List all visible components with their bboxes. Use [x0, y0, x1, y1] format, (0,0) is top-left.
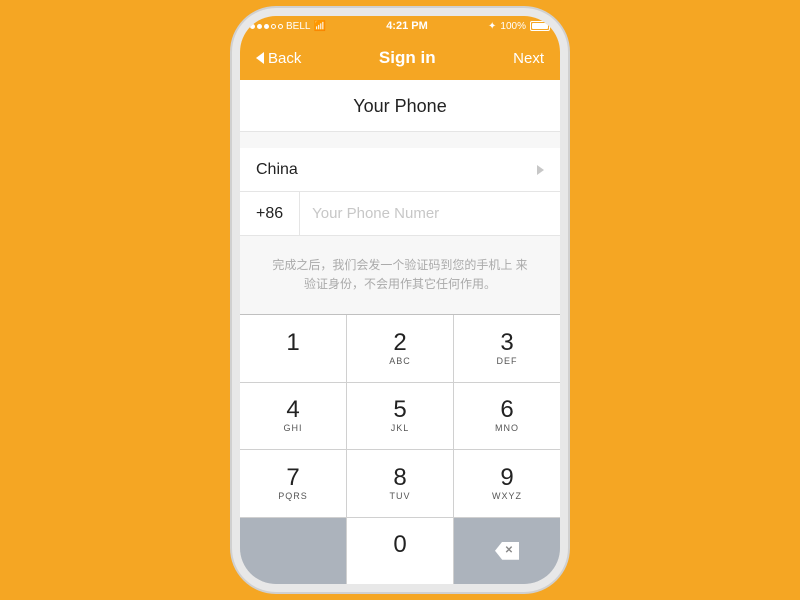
key-3[interactable]: 3 DEF — [454, 315, 560, 381]
key-5-number: 5 — [393, 398, 406, 422]
dot5 — [278, 24, 283, 29]
chevron-right-icon — [537, 165, 544, 175]
bluetooth-icon: ✦ — [488, 21, 496, 32]
key-4-letters: GHI — [283, 423, 302, 433]
key-9-letters: WXYZ — [492, 491, 522, 501]
status-time: 4:21 PM — [386, 20, 428, 32]
key-9-number: 9 — [500, 466, 513, 490]
phone-number-placeholder[interactable]: Your Phone Numer — [300, 205, 560, 222]
status-left: BELL 📶 — [250, 21, 326, 32]
key-3-number: 3 — [500, 331, 513, 355]
key-7-letters: PQRS — [278, 491, 308, 501]
key-1-number: 1 — [286, 331, 299, 355]
key-4-number: 4 — [286, 398, 299, 422]
phone-title-section: Your Phone — [240, 80, 560, 132]
country-code: +86 — [240, 192, 300, 235]
key-8[interactable]: 8 TUV — [347, 450, 453, 516]
battery-icon — [530, 21, 550, 31]
signal-dots — [250, 24, 283, 29]
key-7-number: 7 — [286, 466, 299, 490]
keypad: 1 2 ABC 3 DEF 4 GHI 5 JKL 6 MNO — [240, 314, 560, 584]
country-name: China — [256, 161, 298, 179]
key-6[interactable]: 6 MNO — [454, 383, 560, 449]
key-6-letters: MNO — [495, 423, 519, 433]
key-5-letters: JKL — [391, 423, 410, 433]
delete-button[interactable]: ✕ — [454, 518, 560, 584]
key-2-number: 2 — [393, 331, 406, 355]
description-section: 完成之后，我们会发一个验证码到您的手机上 来验证身份，不会用作其它任何作用。 — [240, 236, 560, 314]
description-text: 完成之后，我们会发一个验证码到您的手机上 来验证身份，不会用作其它任何作用。 — [270, 256, 530, 294]
status-bar: BELL 📶 4:21 PM ✦ 100% — [240, 16, 560, 36]
nav-title: Sign in — [379, 48, 436, 68]
battery-fill — [532, 23, 548, 29]
key-1[interactable]: 1 — [240, 315, 346, 381]
key-5[interactable]: 5 JKL — [347, 383, 453, 449]
wifi-icon: 📶 — [313, 21, 325, 32]
key-7[interactable]: 7 PQRS — [240, 450, 346, 516]
key-2[interactable]: 2 ABC — [347, 315, 453, 381]
phone-input-row: +86 Your Phone Numer — [240, 192, 560, 236]
nav-bar: Back Sign in Next — [240, 36, 560, 80]
battery-percent: 100% — [500, 21, 526, 32]
back-button[interactable]: Back — [256, 50, 301, 67]
chevron-left-icon — [256, 52, 264, 64]
next-button[interactable]: Next — [513, 50, 544, 67]
key-2-letters: ABC — [389, 356, 411, 366]
key-empty — [240, 518, 346, 584]
dot1 — [250, 24, 255, 29]
key-4[interactable]: 4 GHI — [240, 383, 346, 449]
key-6-number: 6 — [500, 398, 513, 422]
status-right: ✦ 100% — [488, 21, 550, 32]
country-selector[interactable]: China — [240, 148, 560, 192]
delete-icon: ✕ — [495, 542, 519, 560]
key-8-number: 8 — [393, 466, 406, 490]
carrier-label: BELL — [286, 21, 310, 32]
back-label: Back — [268, 50, 301, 67]
key-0-number: 0 — [393, 533, 406, 557]
delete-x-icon: ✕ — [505, 545, 513, 556]
dot4 — [271, 24, 276, 29]
key-3-letters: DEF — [497, 356, 518, 366]
dot3 — [264, 24, 269, 29]
page-title: Your Phone — [353, 96, 446, 116]
content-area: Your Phone China +86 Your Phone Numer 完成… — [240, 80, 560, 584]
key-9[interactable]: 9 WXYZ — [454, 450, 560, 516]
key-0[interactable]: 0 — [347, 518, 453, 584]
phone-frame: BELL 📶 4:21 PM ✦ 100% Back Sign in Next … — [240, 16, 560, 584]
dot2 — [257, 24, 262, 29]
key-8-letters: TUV — [390, 491, 411, 501]
